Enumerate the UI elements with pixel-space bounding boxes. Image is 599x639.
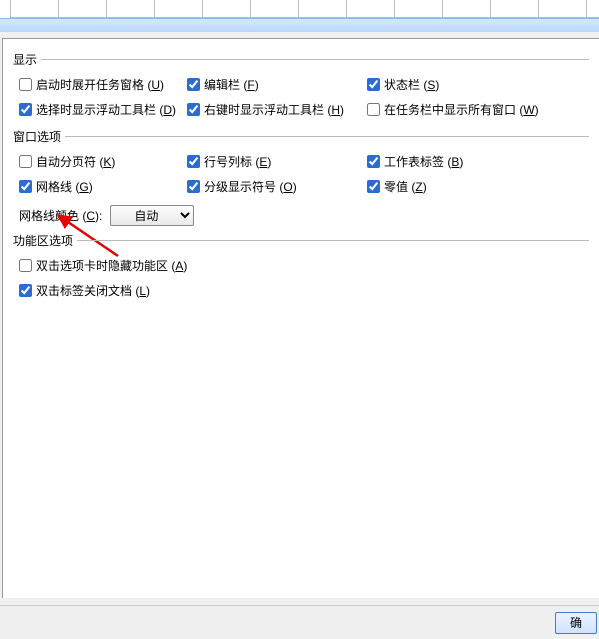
cb-outline-symbols[interactable]: 分级显示符号 (O)	[187, 178, 367, 195]
ruler-ticks	[10, 0, 599, 18]
cb-label: 状态栏 (S)	[384, 76, 439, 93]
group-divider	[77, 240, 589, 241]
ruler-area	[0, 0, 599, 32]
cb-taskbar-windows[interactable]: 在任务栏中显示所有窗口 (W)	[367, 101, 567, 118]
cb-sheet-tabs[interactable]: 工作表标签 (B)	[367, 153, 567, 170]
cb-auto-pagebreak-box[interactable]	[19, 155, 32, 168]
ruler-selection-bar	[0, 18, 599, 32]
cb-label: 双击选项卡时隐藏功能区 (A)	[36, 257, 187, 274]
cb-headings-box[interactable]	[187, 155, 200, 168]
cb-select-floatbar[interactable]: 选择时显示浮动工具栏 (D)	[19, 101, 187, 118]
gridcolor-combo[interactable]: 自动	[110, 205, 194, 226]
cb-taskbar-windows-box[interactable]	[367, 103, 380, 116]
options-pane: 显示 启动时展开任务窗格 (U) 编辑栏 (F) 状态栏 (S) 选择时显示浮动…	[2, 38, 599, 598]
cb-label: 自动分页符 (K)	[36, 153, 115, 170]
cb-zero-values[interactable]: 零值 (Z)	[367, 178, 567, 195]
cb-label: 启动时展开任务窗格 (U)	[36, 76, 164, 93]
cb-doubleclick-hide-ribbon-box[interactable]	[19, 259, 32, 272]
cb-zero-values-box[interactable]	[367, 180, 380, 193]
cb-status-bar[interactable]: 状态栏 (S)	[367, 76, 567, 93]
cb-gridlines[interactable]: 网格线 (G)	[19, 178, 187, 195]
cb-doubleclick-close-doc[interactable]: 双击标签关闭文档 (L)	[19, 282, 589, 299]
ribbon-list: 双击选项卡时隐藏功能区 (A) 双击标签关闭文档 (L)	[13, 255, 589, 299]
cb-doubleclick-close-doc-box[interactable]	[19, 284, 32, 297]
group-display: 显示 启动时展开任务窗格 (U) 编辑栏 (F) 状态栏 (S) 选择时显示浮动…	[13, 51, 589, 122]
group-ribbon-title: 功能区选项	[13, 232, 77, 249]
cb-startup-taskpane-box[interactable]	[19, 78, 32, 91]
cb-label: 右键时显示浮动工具栏 (H)	[204, 101, 344, 118]
cb-rightclick-floatbar-box[interactable]	[187, 103, 200, 116]
group-divider	[65, 136, 589, 137]
cb-startup-taskpane[interactable]: 启动时展开任务窗格 (U)	[19, 76, 187, 93]
group-ribbon-header: 功能区选项	[13, 232, 589, 249]
cb-label: 选择时显示浮动工具栏 (D)	[36, 101, 176, 118]
group-divider	[41, 59, 589, 60]
ok-button[interactable]: 确	[555, 612, 597, 634]
group-display-header: 显示	[13, 51, 589, 68]
cb-doubleclick-hide-ribbon[interactable]: 双击选项卡时隐藏功能区 (A)	[19, 257, 589, 274]
cb-select-floatbar-box[interactable]	[19, 103, 32, 116]
cb-headings[interactable]: 行号列标 (E)	[187, 153, 367, 170]
cb-gridlines-box[interactable]	[19, 180, 32, 193]
cb-formula-bar-box[interactable]	[187, 78, 200, 91]
cb-auto-pagebreak[interactable]: 自动分页符 (K)	[19, 153, 187, 170]
cb-label: 编辑栏 (F)	[204, 76, 259, 93]
cb-sheet-tabs-box[interactable]	[367, 155, 380, 168]
cb-label: 零值 (Z)	[384, 178, 427, 195]
cb-label: 在任务栏中显示所有窗口 (W)	[384, 101, 539, 118]
group-display-title: 显示	[13, 51, 41, 68]
group-window-title: 窗口选项	[13, 128, 65, 145]
group-window: 窗口选项 自动分页符 (K) 行号列标 (E) 工作表标签 (B) 网格线 (G…	[13, 128, 589, 226]
window-grid: 自动分页符 (K) 行号列标 (E) 工作表标签 (B) 网格线 (G) 分级显…	[13, 151, 589, 199]
group-ribbon: 功能区选项 双击选项卡时隐藏功能区 (A) 双击标签关闭文档 (L)	[13, 232, 589, 299]
cb-status-bar-box[interactable]	[367, 78, 380, 91]
cb-label: 工作表标签 (B)	[384, 153, 463, 170]
gridcolor-label: 网格线颜色 (C):	[19, 207, 102, 224]
cb-outline-symbols-box[interactable]	[187, 180, 200, 193]
cb-label: 双击标签关闭文档 (L)	[36, 282, 150, 299]
cb-label: 行号列标 (E)	[204, 153, 271, 170]
cb-label: 分级显示符号 (O)	[204, 178, 297, 195]
display-grid: 启动时展开任务窗格 (U) 编辑栏 (F) 状态栏 (S) 选择时显示浮动工具栏…	[13, 74, 589, 122]
cb-formula-bar[interactable]: 编辑栏 (F)	[187, 76, 367, 93]
cb-label: 网格线 (G)	[36, 178, 93, 195]
gridcolor-row: 网格线颜色 (C): 自动	[13, 199, 589, 226]
footer-bar: 确	[0, 605, 599, 639]
group-window-header: 窗口选项	[13, 128, 589, 145]
cb-rightclick-floatbar[interactable]: 右键时显示浮动工具栏 (H)	[187, 101, 367, 118]
